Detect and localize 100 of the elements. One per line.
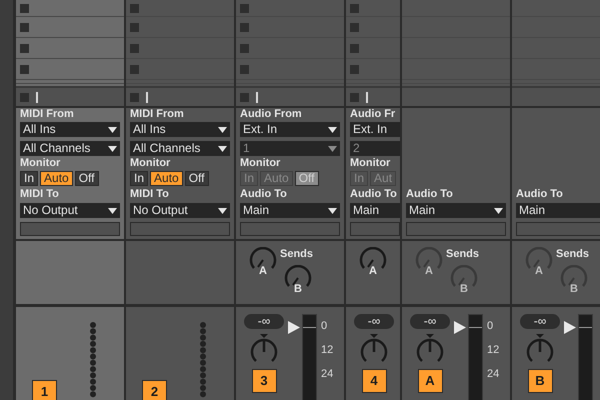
send-label: B <box>294 284 302 295</box>
input-field[interactable] <box>240 222 340 236</box>
monitor-button[interactable]: Off <box>74 171 98 186</box>
volume-display[interactable]: -∞ <box>410 314 450 329</box>
send-label: A <box>259 266 267 277</box>
meter-tick: 12 <box>487 343 500 357</box>
clip-stop-icon[interactable] <box>20 4 29 12</box>
track-number[interactable]: 4 <box>362 369 386 393</box>
pan-knob-icon[interactable] <box>358 333 390 365</box>
marker-icon <box>366 92 368 102</box>
caret-icon <box>218 126 227 132</box>
monitor-label: Monitor <box>350 157 392 169</box>
channel-dropdown[interactable]: 2 <box>350 141 400 156</box>
monitor-button[interactable]: Auto <box>40 171 73 186</box>
stop-button-icon[interactable] <box>350 92 359 102</box>
output-dropdown[interactable]: Main <box>350 203 400 218</box>
output-label: Audio To <box>406 188 454 200</box>
output-dropdown[interactable]: Main <box>240 203 340 218</box>
input-label: MIDI From <box>20 108 75 120</box>
clip-stop-icon[interactable] <box>240 4 249 12</box>
track-column[interactable]: Audio From Ext. In 1 Monitor In Auto Off Audio To Main A Sends B -∞ 3 0 12 24 <box>236 0 346 400</box>
volume-display[interactable]: -∞ <box>520 314 560 329</box>
clip-stop-icon[interactable] <box>20 44 29 52</box>
clip-stop-icon[interactable] <box>240 44 249 52</box>
clip-slot[interactable] <box>16 80 124 84</box>
track-number[interactable]: 3 <box>252 369 276 393</box>
channel-dropdown[interactable]: All Channels <box>130 141 230 156</box>
monitor-button[interactable]: Off <box>184 171 208 186</box>
output-label: Audio To <box>516 188 564 200</box>
clip-stop-icon[interactable] <box>130 22 139 32</box>
track-number[interactable]: 1 <box>32 380 57 400</box>
send-label: A <box>369 266 377 277</box>
pan-knob-icon[interactable] <box>248 333 280 365</box>
send-label: A <box>425 266 433 277</box>
output-dropdown[interactable]: No Output <box>20 203 120 218</box>
marker-icon <box>146 92 148 102</box>
caret-icon <box>218 146 227 152</box>
clip-stop-icon[interactable] <box>130 64 139 74</box>
caret-icon <box>108 208 117 214</box>
pan-knob-icon[interactable] <box>524 333 556 365</box>
sends-label: Sends <box>446 248 480 261</box>
input-dropdown[interactable]: All Ins <box>20 122 120 137</box>
monitor-button[interactable]: In <box>130 171 148 186</box>
marker-icon <box>256 92 258 102</box>
input-dropdown[interactable]: Ext. In <box>350 122 400 137</box>
output-label: Audio To <box>350 188 398 200</box>
stop-button-icon[interactable] <box>240 92 249 102</box>
stop-button-icon[interactable] <box>20 92 29 102</box>
clip-stop-icon[interactable] <box>350 44 359 52</box>
meter-tick: 0 <box>487 319 494 333</box>
input-dropdown[interactable]: Ext. In <box>240 122 340 137</box>
monitor-label: Monitor <box>20 157 62 169</box>
clip-stop-icon[interactable] <box>240 64 249 74</box>
track-column[interactable]: MIDI From All Ins All Channels Monitor In Auto Off MIDI To No Output 2 <box>126 0 236 400</box>
caret-icon <box>108 126 117 132</box>
clip-stop-icon[interactable] <box>130 44 139 52</box>
track-column[interactable]: MIDI From All Ins All Channels Monitor In Auto Off MIDI To No Output 1 <box>16 0 126 400</box>
output-dropdown[interactable]: Main <box>516 203 600 218</box>
input-dropdown[interactable]: All Ins <box>130 122 230 137</box>
sends-label: Sends <box>556 248 590 261</box>
clip-stop-icon[interactable] <box>20 22 29 32</box>
clip-stop-icon[interactable] <box>240 22 249 32</box>
send-label: B <box>570 284 578 295</box>
clip-stop-icon[interactable] <box>350 64 359 74</box>
clip-stop-icon[interactable] <box>350 4 359 12</box>
monitor-button[interactable]: Auto <box>150 171 183 186</box>
volume-display[interactable]: -∞ <box>354 314 394 329</box>
send-label: A <box>535 266 543 277</box>
meter-tick: 0 <box>321 319 328 333</box>
monitor-button[interactable]: In <box>20 171 38 186</box>
track-number[interactable]: 2 <box>142 380 167 400</box>
caret-icon <box>218 208 227 214</box>
pan-knob-icon[interactable] <box>414 333 446 365</box>
track-number[interactable]: B <box>528 369 552 393</box>
volume-display[interactable]: -∞ <box>244 314 284 329</box>
sends-label: Sends <box>280 248 314 261</box>
channel-dropdown[interactable]: 1 <box>240 141 340 156</box>
caret-icon <box>328 208 337 214</box>
track-number[interactable]: A <box>418 369 442 393</box>
input-field[interactable] <box>350 222 400 236</box>
output-label: MIDI To <box>130 188 170 200</box>
input-field[interactable] <box>516 222 600 236</box>
meter-tick: 24 <box>321 367 334 381</box>
track-column[interactable]: Audio Fr Ext. In 2 Monitor In Aut Audio To Main A -∞ 4 <box>346 0 402 400</box>
caret-icon <box>328 146 337 152</box>
clip-stop-icon[interactable] <box>130 4 139 12</box>
clip-stop-icon[interactable] <box>20 64 29 74</box>
meter-tick: 24 <box>487 367 500 381</box>
meter-tick: 12 <box>321 343 334 357</box>
channel-dropdown[interactable]: All Channels <box>20 141 120 156</box>
clip-stop-icon[interactable] <box>350 22 359 32</box>
marker-icon <box>36 92 38 102</box>
input-field[interactable] <box>20 222 120 236</box>
input-field[interactable] <box>406 222 506 236</box>
monitor-label: Monitor <box>240 157 282 169</box>
monitor-label: Monitor <box>130 157 172 169</box>
output-dropdown[interactable]: Main <box>406 203 506 218</box>
output-dropdown[interactable]: No Output <box>130 203 230 218</box>
stop-button-icon[interactable] <box>130 92 139 102</box>
input-field[interactable] <box>130 222 230 236</box>
